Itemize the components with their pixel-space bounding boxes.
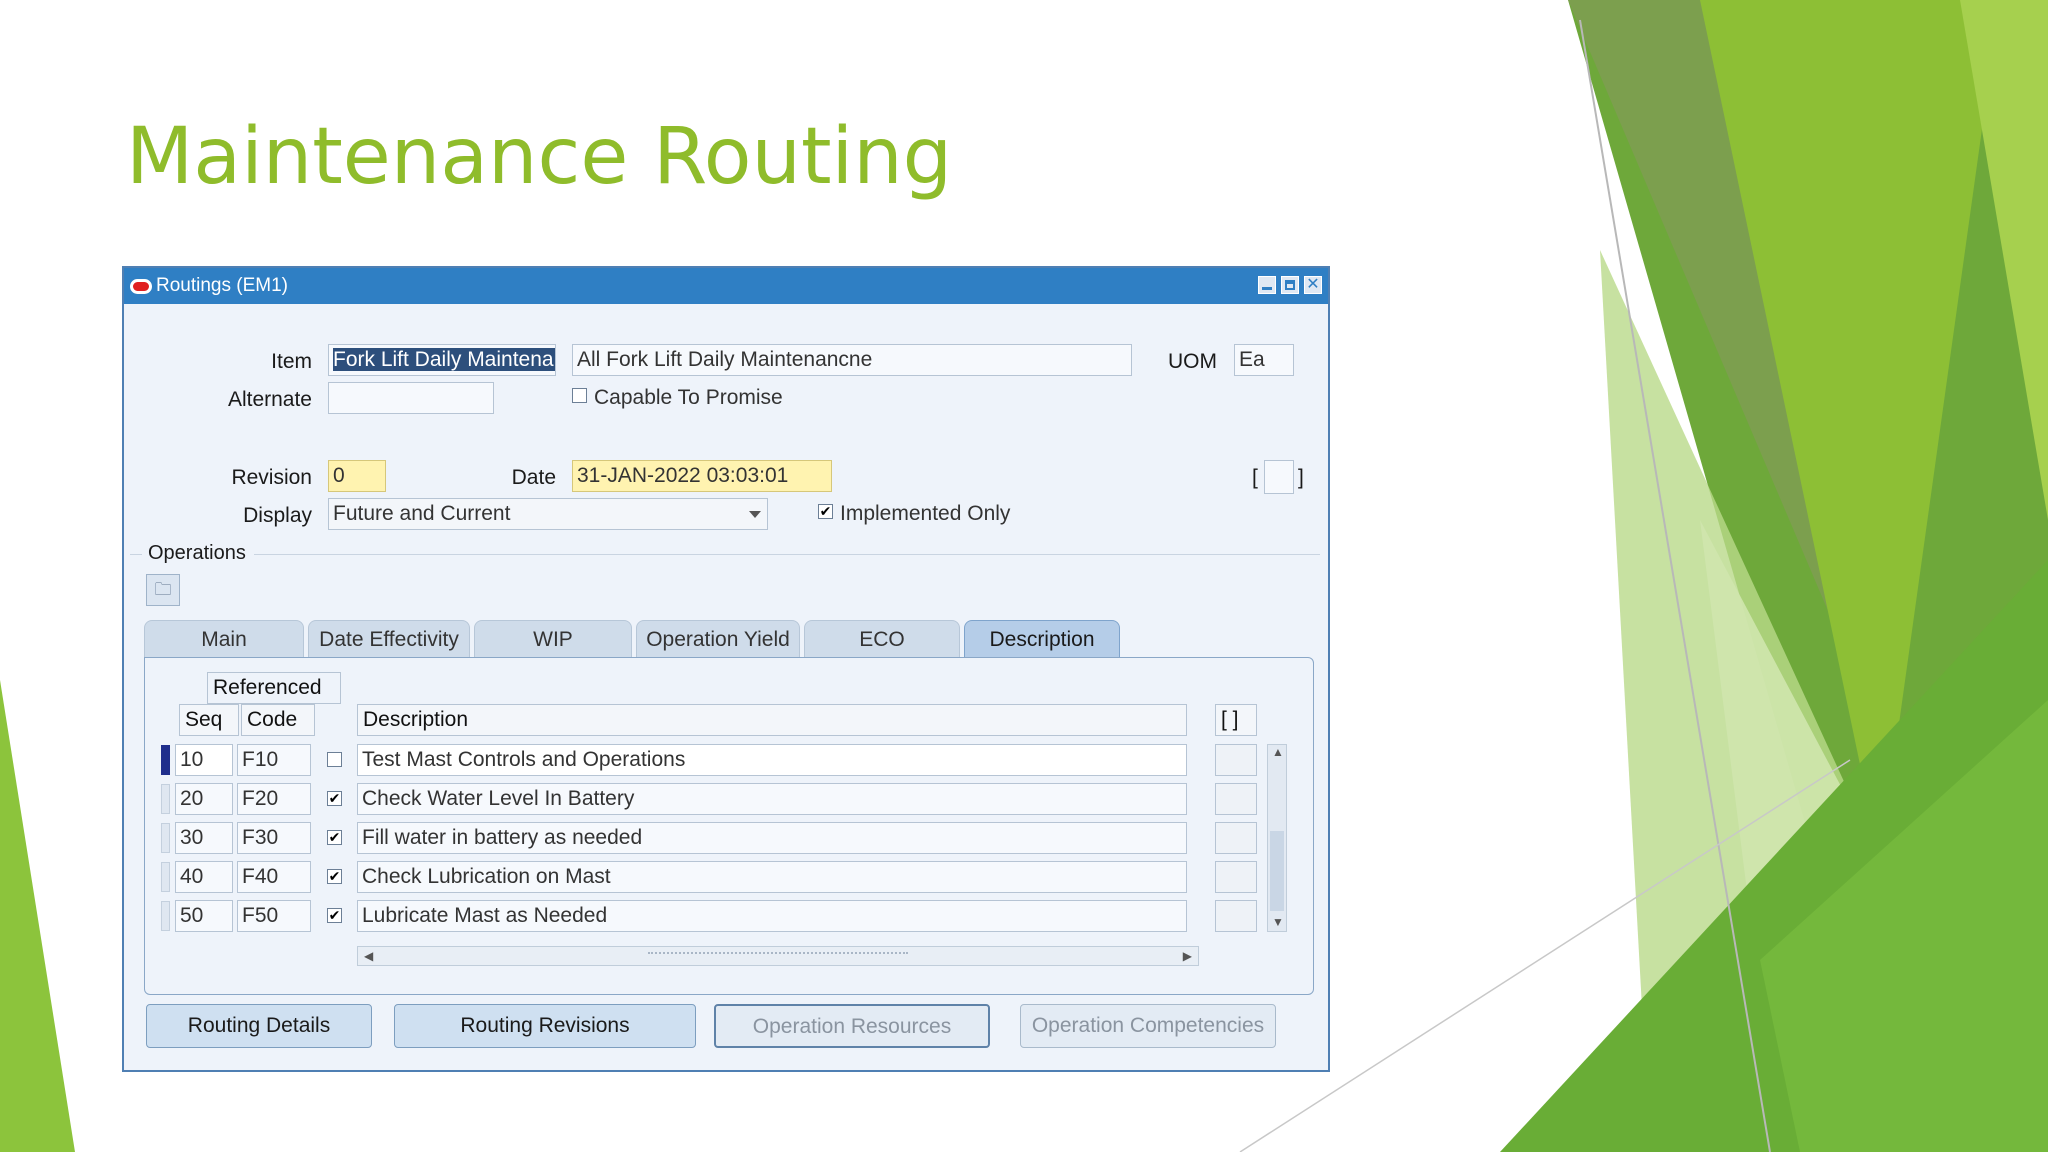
scroll-thumb[interactable] (1270, 831, 1284, 911)
flex-cell[interactable] (1215, 744, 1257, 776)
description-cell[interactable]: Check Lubrication on Mast (357, 861, 1187, 893)
uom-label: UOM (1168, 350, 1217, 373)
flex-cell[interactable] (1215, 783, 1257, 815)
referenced-header: Referenced (207, 672, 341, 704)
window-titlebar[interactable]: Routings (EM1) ✕ (124, 268, 1328, 304)
revision-field[interactable]: 0 (328, 460, 386, 492)
alternate-field[interactable] (328, 382, 494, 414)
code-cell[interactable]: F40 (237, 861, 311, 893)
code-cell[interactable]: F20 (237, 783, 311, 815)
row-selector[interactable] (161, 745, 170, 775)
seq-cell[interactable]: 10 (175, 744, 233, 776)
section-divider (254, 554, 1320, 555)
flex-bracket-right: ] (1298, 466, 1304, 489)
tab-wip[interactable]: WIP (474, 620, 632, 658)
date-field[interactable]: 31-JAN-2022 03:03:01 (572, 460, 832, 492)
window-title: Routings (EM1) (156, 275, 288, 296)
description-cell[interactable]: Lubricate Mast as Needed (357, 900, 1187, 932)
flex-cell[interactable] (1215, 822, 1257, 854)
description-header: Description (357, 704, 1187, 736)
capable-to-promise-checkbox[interactable] (572, 388, 587, 403)
code-cell[interactable]: F30 (237, 822, 311, 854)
horizontal-scrollbar[interactable]: ◀ ▶ (357, 946, 1199, 966)
row-selector[interactable] (161, 823, 170, 853)
section-divider (130, 554, 142, 555)
tab-main[interactable]: Main (144, 620, 304, 658)
alternate-label: Alternate (227, 388, 312, 411)
chevron-down-icon (749, 511, 761, 518)
revision-label: Revision (231, 466, 312, 489)
scroll-down-icon[interactable]: ▼ (1272, 915, 1284, 929)
display-label: Display (243, 504, 312, 527)
seq-cell[interactable]: 50 (175, 900, 233, 932)
flex-cell[interactable] (1215, 900, 1257, 932)
scroll-left-icon[interactable]: ◀ (364, 949, 373, 963)
scroll-grip (648, 952, 908, 962)
row-selector[interactable] (161, 862, 170, 892)
routing-revisions-button[interactable]: Routing Revisions (394, 1004, 696, 1048)
seq-cell[interactable]: 20 (175, 783, 233, 815)
operations-section-label: Operations (148, 542, 246, 564)
code-cell[interactable]: F50 (237, 900, 311, 932)
flex-field[interactable] (1264, 460, 1294, 494)
vertical-scrollbar[interactable]: ▲ ▼ (1267, 744, 1287, 932)
description-cell[interactable]: Fill water in battery as needed (357, 822, 1187, 854)
referenced-checkbox[interactable] (327, 752, 342, 767)
operation-resources-button[interactable]: Operation Resources (714, 1004, 990, 1048)
item-field[interactable]: Fork Lift Daily Maintenar (328, 344, 556, 376)
row-selector[interactable] (161, 901, 170, 931)
referenced-checkbox[interactable]: ✔ (327, 908, 342, 923)
minimize-icon[interactable] (1258, 276, 1276, 294)
scroll-right-icon[interactable]: ▶ (1183, 949, 1192, 963)
routing-details-button[interactable]: Routing Details (146, 1004, 372, 1048)
tab-eco[interactable]: ECO (804, 620, 960, 658)
flex-cell[interactable] (1215, 861, 1257, 893)
capable-to-promise-label: Capable To Promise (594, 386, 783, 409)
referenced-checkbox[interactable]: ✔ (327, 830, 342, 845)
tab-operation-yield[interactable]: Operation Yield (636, 620, 800, 658)
flex-header: [ ] (1215, 704, 1257, 736)
operation-competencies-button[interactable]: Operation Competencies (1020, 1004, 1276, 1048)
referenced-checkbox[interactable]: ✔ (327, 869, 342, 884)
flex-bracket-left: [ (1252, 466, 1258, 489)
seq-cell[interactable]: 40 (175, 861, 233, 893)
oracle-icon (130, 278, 152, 294)
description-cell[interactable]: Test Mast Controls and Operations (357, 744, 1187, 776)
description-tab-panel: Referenced Seq Code Description [ ] 10 F… (144, 657, 1314, 995)
implemented-only-checkbox[interactable]: ✔ (818, 504, 833, 519)
tab-date-effectivity[interactable]: Date Effectivity (308, 620, 470, 658)
code-header: Code (241, 704, 315, 736)
seq-cell[interactable]: 30 (175, 822, 233, 854)
item-description-field[interactable]: All Fork Lift Daily Maintenancne (572, 344, 1132, 376)
close-icon[interactable]: ✕ (1304, 276, 1322, 294)
description-cell[interactable]: Check Water Level In Battery (357, 783, 1187, 815)
uom-field[interactable]: Ea (1234, 344, 1294, 376)
code-cell[interactable]: F10 (237, 744, 311, 776)
folder-icon[interactable]: 🗀 (146, 574, 180, 606)
row-selector[interactable] (161, 784, 170, 814)
maximize-icon[interactable] (1281, 276, 1299, 294)
display-select[interactable]: Future and Current (328, 498, 768, 530)
slide-title: Maintenance Routing (126, 112, 953, 202)
referenced-checkbox[interactable]: ✔ (327, 791, 342, 806)
implemented-only-label: Implemented Only (840, 502, 1011, 525)
item-label: Item (271, 350, 312, 373)
scroll-up-icon[interactable]: ▲ (1272, 745, 1284, 759)
seq-header: Seq (179, 704, 239, 736)
routings-window: Routings (EM1) ✕ Item Fork Lift Daily Ma… (122, 266, 1330, 1072)
tab-description[interactable]: Description (964, 620, 1120, 658)
date-label: Date (511, 466, 556, 489)
